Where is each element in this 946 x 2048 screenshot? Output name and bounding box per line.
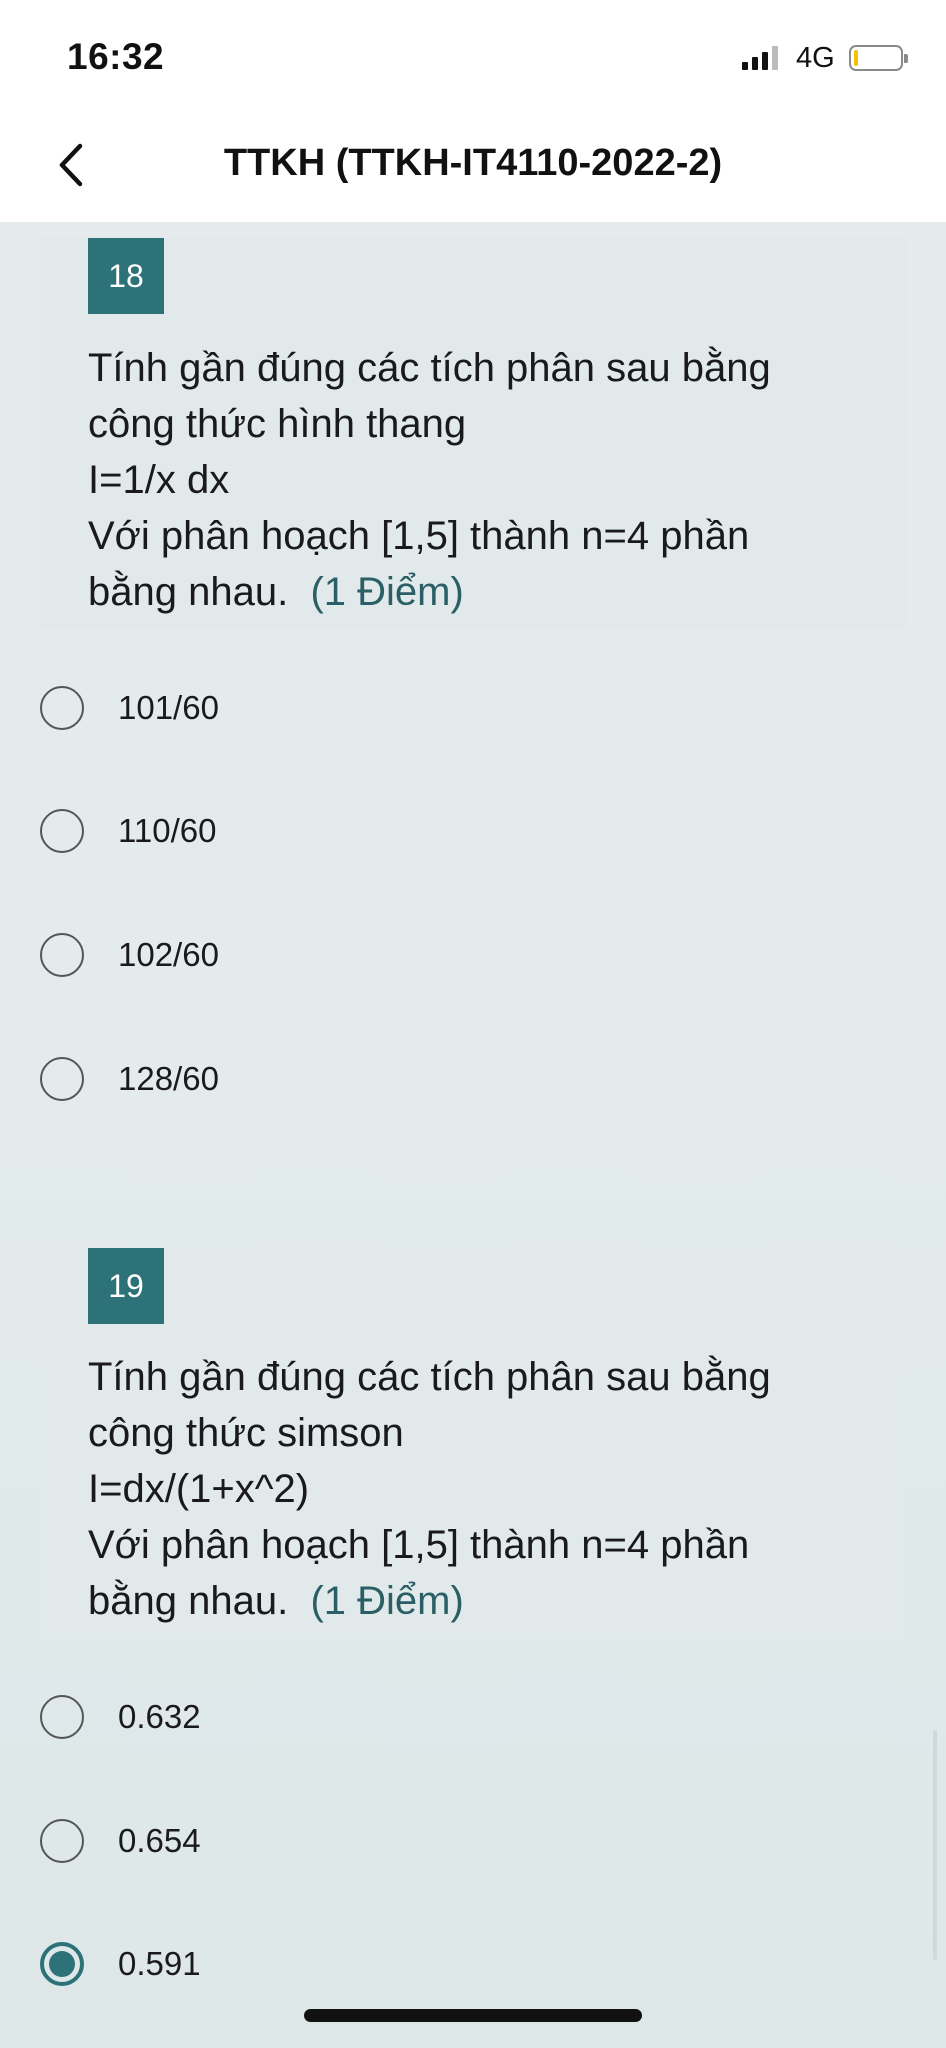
question-line: Tính gần đúng các tích phân sau bằng bbox=[88, 1355, 771, 1399]
status-bar: 16:32 4G bbox=[0, 0, 946, 110]
question-line: I=1/x dx bbox=[88, 458, 230, 502]
answer-option[interactable]: 102/60 bbox=[40, 925, 219, 985]
option-label: 0.632 bbox=[118, 1698, 201, 1735]
status-time: 16:32 bbox=[67, 36, 165, 77]
page-title: TTKH (TTKH-IT4110-2022-2) bbox=[223, 142, 723, 184]
question-points: (1 Điểm) bbox=[310, 570, 464, 614]
answer-option[interactable]: 0.654 bbox=[40, 1811, 201, 1871]
option-label: 0.654 bbox=[118, 1822, 201, 1859]
question-points: (1 Điểm) bbox=[310, 1579, 464, 1623]
question-line: Với phân hoạch [1,5] thành n=4 phần bbox=[88, 1523, 750, 1567]
answer-option[interactable]: 0.632 bbox=[40, 1687, 201, 1747]
question-line: I=dx/(1+x^2) bbox=[88, 1467, 310, 1511]
answer-option[interactable]: 101/60 bbox=[40, 678, 219, 738]
question-line: bằng nhau. (1 Điểm) bbox=[88, 1573, 868, 1629]
answer-option[interactable]: 128/60 bbox=[40, 1049, 219, 1109]
home-indicator[interactable] bbox=[304, 2009, 642, 2022]
option-label: 128/60 bbox=[118, 1060, 219, 1097]
option-label: 102/60 bbox=[118, 936, 219, 973]
question-line-end: bằng nhau. bbox=[88, 570, 289, 614]
question-line: bằng nhau. (1 Điểm) bbox=[88, 564, 868, 620]
question-text: Tính gần đúng các tích phân sau bằng côn… bbox=[88, 340, 868, 620]
question-line: Tính gần đúng các tích phân sau bằng bbox=[88, 346, 771, 390]
question-text: Tính gần đúng các tích phân sau bằng côn… bbox=[88, 1349, 868, 1629]
question-line-end: bằng nhau. bbox=[88, 1579, 289, 1623]
question-line: công thức hình thang bbox=[88, 402, 467, 446]
question-number: 18 bbox=[88, 238, 164, 314]
option-label: 110/60 bbox=[118, 812, 217, 849]
question-line: Với phân hoạch [1,5] thành n=4 phần bbox=[88, 514, 750, 558]
radio-button[interactable] bbox=[40, 686, 84, 730]
radio-button[interactable] bbox=[40, 933, 84, 977]
signal-icon bbox=[742, 46, 778, 70]
answer-option-selected[interactable]: 0.591 bbox=[40, 1934, 201, 1994]
option-label: 0.591 bbox=[118, 1945, 201, 1982]
nav-bar: TTKH (TTKH-IT4110-2022-2) bbox=[0, 110, 946, 222]
radio-button-checked[interactable] bbox=[40, 1942, 84, 1986]
radio-button[interactable] bbox=[40, 809, 84, 853]
option-label: 101/60 bbox=[118, 689, 219, 726]
radio-button[interactable] bbox=[40, 1695, 84, 1739]
radio-button[interactable] bbox=[40, 1057, 84, 1101]
radio-button[interactable] bbox=[40, 1819, 84, 1863]
battery-icon bbox=[849, 45, 908, 71]
network-type: 4G bbox=[796, 42, 835, 74]
scrollbar[interactable] bbox=[933, 1730, 937, 1960]
answer-option[interactable]: 110/60 bbox=[40, 801, 216, 861]
question-number: 19 bbox=[88, 1248, 164, 1324]
question-line: công thức simson bbox=[88, 1411, 404, 1455]
